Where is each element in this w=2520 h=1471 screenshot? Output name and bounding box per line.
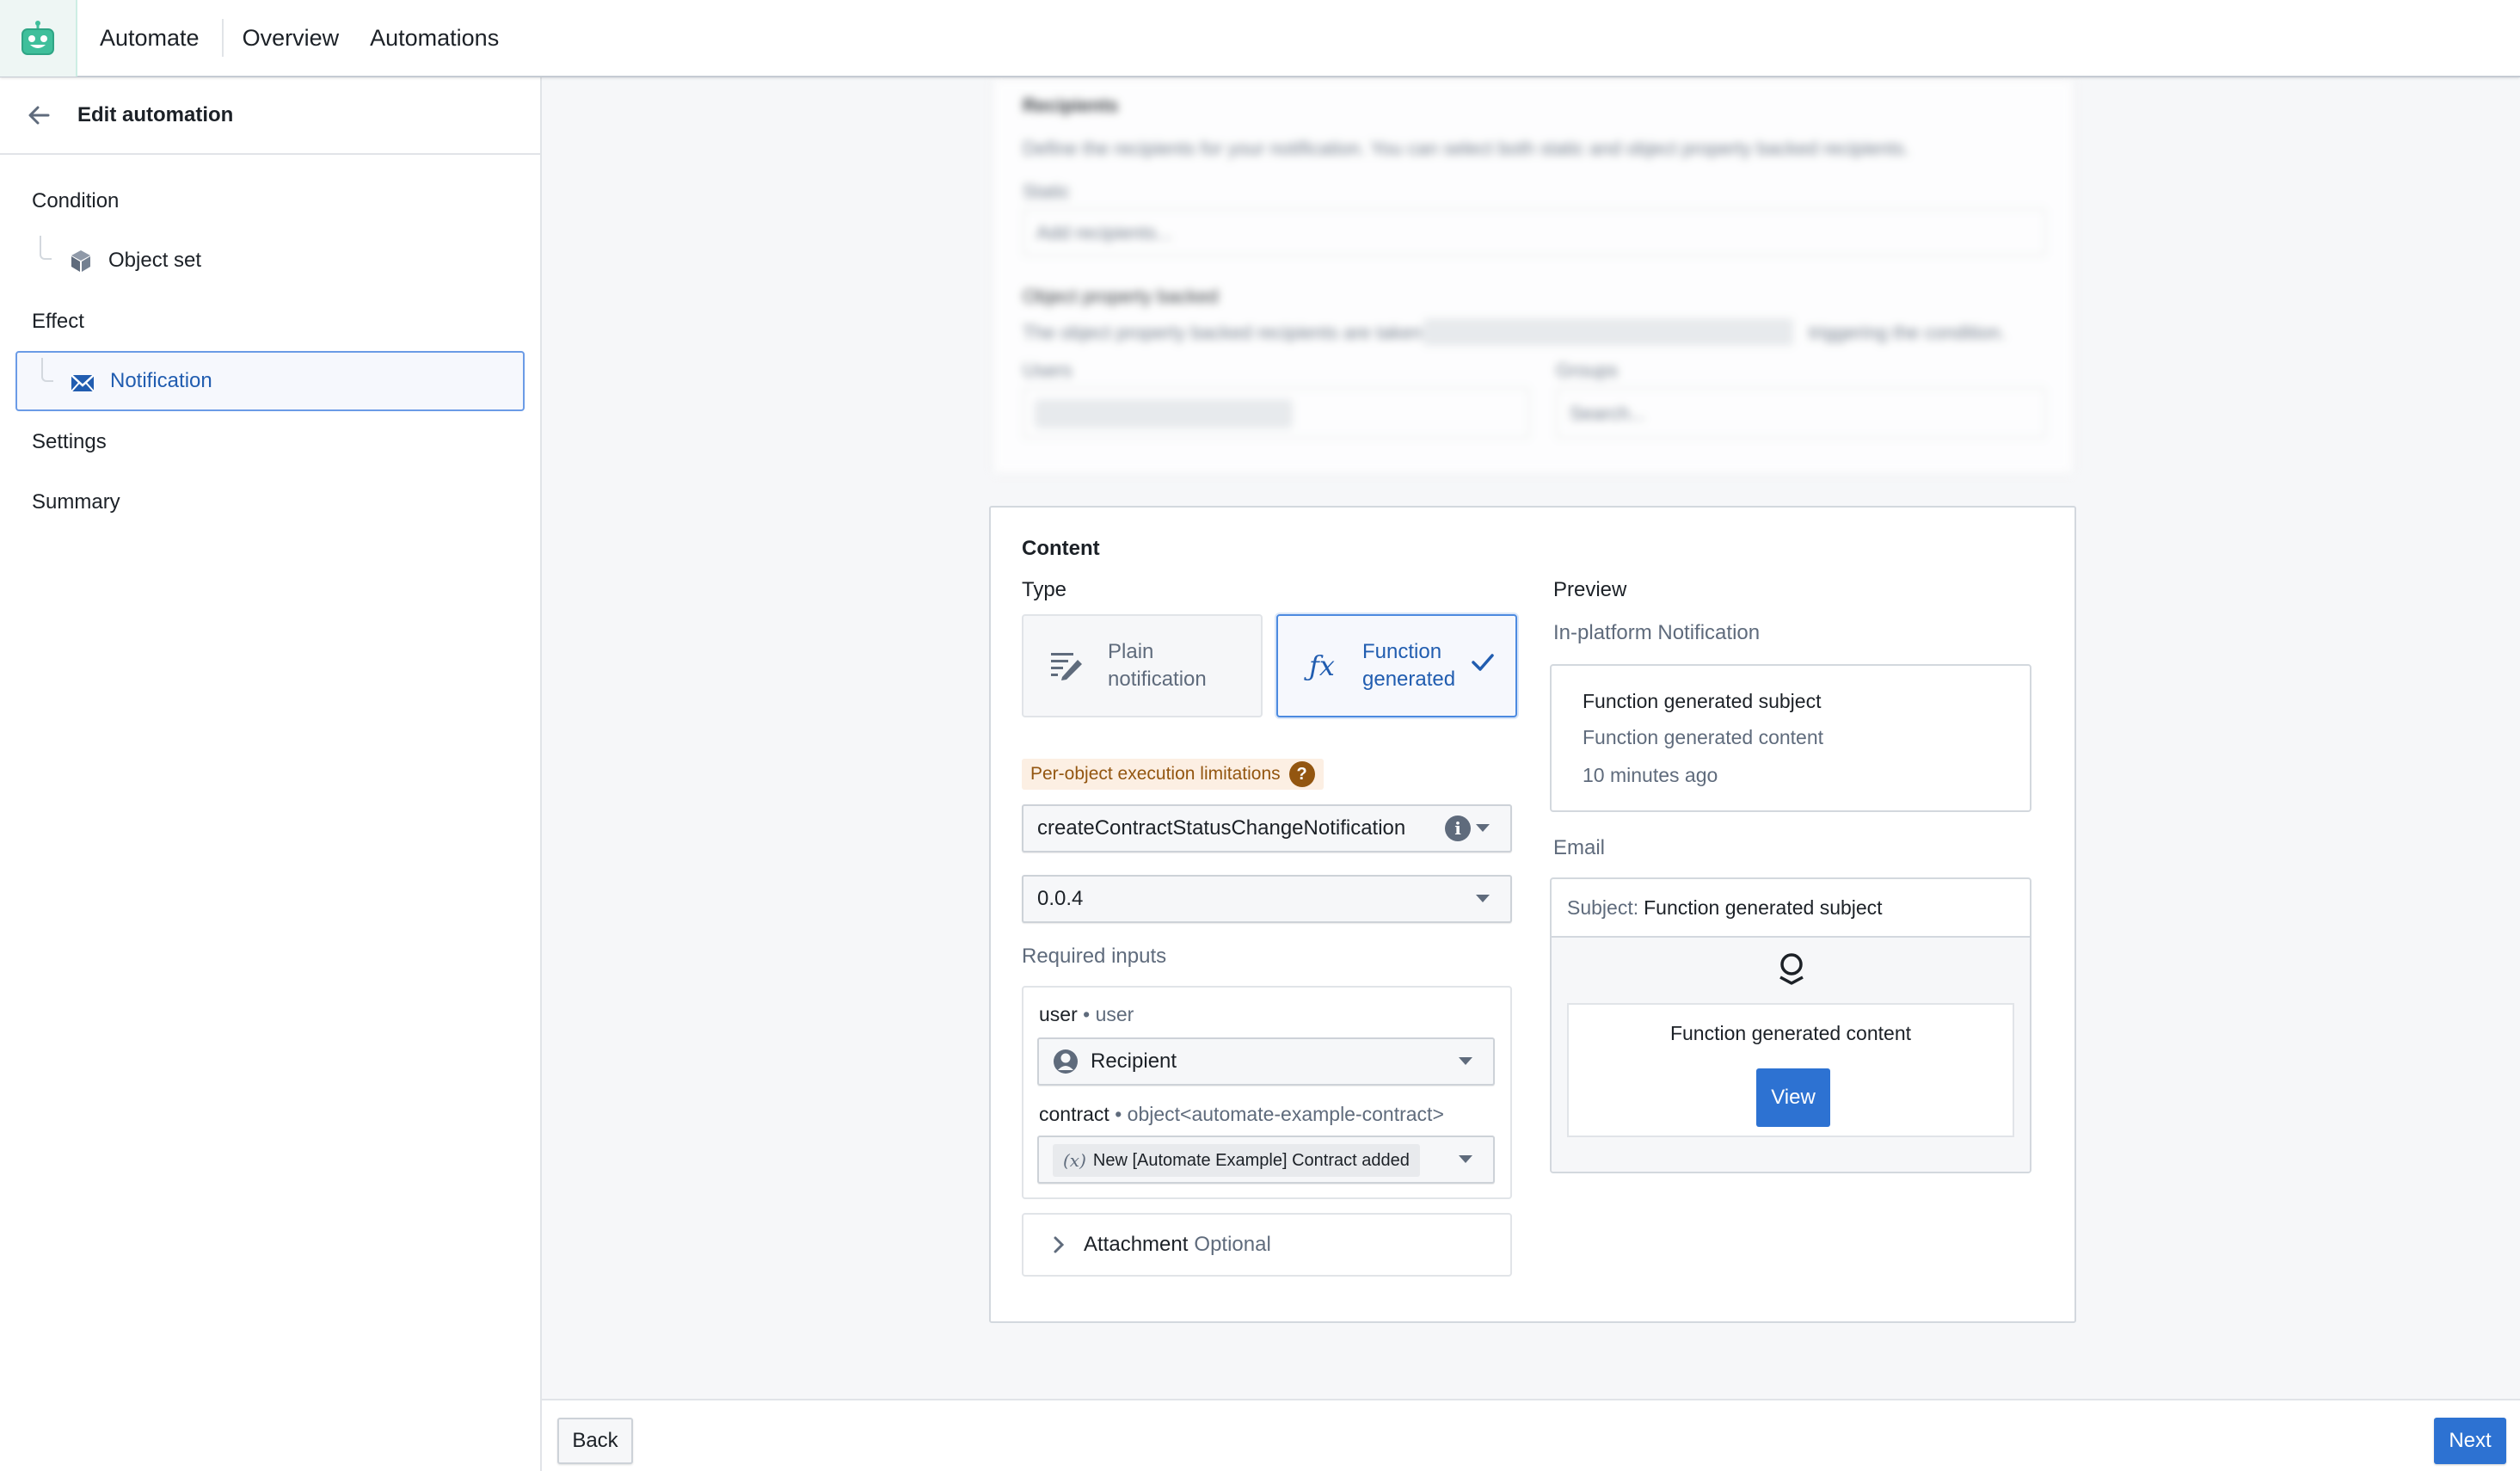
next-button[interactable]: Next [2434,1418,2506,1464]
sidebar-item-notification[interactable]: Notification [15,351,525,411]
caret-down-icon [1459,1057,1472,1065]
input-name: contract [1039,1103,1109,1125]
property-backed-label: Object property backed [1023,286,1219,307]
function-select[interactable]: createContractStatusChangeNotification i [1022,804,1512,852]
attachment-section[interactable]: Attachment Optional [1022,1213,1512,1277]
required-inputs-label: Required inputs [1022,945,1167,968]
contract-input-select[interactable]: (x) New [Automate Example] Contract adde… [1037,1136,1495,1184]
back-button[interactable]: Back [557,1418,633,1464]
header-divider [221,19,224,57]
caret-down-icon [1476,824,1490,832]
help-question-icon[interactable]: ? [1288,761,1315,787]
notification-content: Function generated content [1583,726,1824,748]
email-label: Email [1553,836,1606,859]
type-option-label: Plain notification [1108,640,1207,691]
email-content-card: Function generated content View [1567,1003,2014,1137]
email-content: Function generated content [1669,1022,1912,1044]
app-logo[interactable] [0,0,77,77]
email-subject: Function generated subject [1644,896,1883,919]
email-body: Function generated content View [1552,938,2030,1172]
back-arrow-icon[interactable] [26,102,52,128]
preview-title: Preview [1553,578,1627,601]
recipients-title: Recipients [1023,95,1119,116]
sidebar-item-label: Object set [108,249,202,272]
input-label-contract: contract • object<automate-example-contr… [1039,1103,1444,1125]
type-option-label: Function generated [1362,640,1456,691]
in-platform-preview: Function generated subject Function gene… [1550,664,2031,812]
sidebar-header: Edit automation [0,77,540,155]
property-source-chip [1423,318,1793,346]
email-subject-label: Subject: [1567,896,1639,919]
notification-time: 10 minutes ago [1583,764,1718,786]
footer-bar: Back Next [542,1399,2520,1471]
input-label-user: user • user [1039,1003,1134,1025]
version-select[interactable]: 0.0.4 [1022,875,1512,923]
tree-connector [40,236,52,260]
static-placeholder: Add recipients... [1036,222,1172,243]
type-option-plain-notification[interactable]: Plain notification [1022,614,1263,717]
recipients-card: Recipients Define the recipients for you… [993,79,2073,473]
users-select[interactable] [1023,387,1530,439]
chevron-right-icon [1054,1236,1065,1253]
sidebar-item-label: Notification [110,369,212,392]
variable-value: New [Automate Example] Contract added [1092,1150,1410,1170]
tree-connector [41,358,53,382]
version-value: 0.0.4 [1037,887,1084,910]
info-icon[interactable]: i [1445,816,1471,841]
sidebar-item-settings[interactable]: Settings [32,430,107,454]
email-subject-row: Subject: Function generated subject [1552,879,2030,938]
email-view-button[interactable]: View [1756,1068,1830,1127]
app-name[interactable]: Automate [100,25,200,52]
user-input-value: Recipient [1091,1049,1177,1073]
sidebar-item-condition[interactable]: Condition [32,189,119,213]
static-label: Static [1023,181,1071,202]
email-preview: Subject: Function generated subject Func… [1550,877,2031,1173]
groups-placeholder: Search... [1570,403,1646,424]
palantir-logo-icon [1779,953,1804,985]
type-option-function-generated[interactable]: ƒx Function generated [1276,614,1517,717]
property-backed-description-end: triggering the condition. [1809,322,2006,343]
edit-lines-icon [1046,651,1089,680]
function-fx-icon: ƒx [1309,649,1335,682]
variable-chip: (x) New [Automate Example] Contract adde… [1053,1144,1420,1177]
input-type: object<automate-example-contract> [1127,1103,1444,1125]
notification-subject: Function generated subject [1583,690,1822,712]
input-name: user [1039,1003,1078,1025]
sidebar-item-object-set[interactable]: Object set [15,231,525,291]
recipients-description: Define the recipients for your notificat… [1023,138,1909,159]
page-title: Edit automation [77,103,234,126]
variable-icon: (x) [1063,1150,1086,1171]
envelope-icon [71,374,95,392]
input-type: user [1095,1003,1134,1025]
content-title: Content [1022,537,1100,560]
property-backed-description: The object property backed recipients ar… [1023,322,1466,343]
caret-down-icon [1476,895,1490,902]
groups-label: Groups [1556,360,1619,381]
nav-automations[interactable]: Automations [370,25,499,52]
in-platform-label: In-platform Notification [1553,621,1761,644]
checkmark-icon [1472,654,1494,671]
static-recipients-input[interactable]: Add recipients... [1023,208,2046,256]
function-name: createContractStatusChangeNotification [1037,816,1406,840]
content-card: Content Type Plain notification ƒx Funct… [989,506,2076,1323]
required-inputs-box: user • user Recipient contract • object<… [1022,986,1512,1199]
user-avatar-icon [1054,1049,1078,1074]
groups-search-input[interactable]: Search... [1556,387,2046,439]
nav-overview[interactable]: Overview [243,25,340,52]
caret-down-icon [1459,1155,1472,1163]
users-chip [1035,399,1293,428]
robot-logo-icon [22,21,54,55]
attachment-optional-hint: Optional [1194,1233,1271,1256]
sidebar-item-effect[interactable]: Effect [32,310,84,334]
user-input-select[interactable]: Recipient [1037,1037,1495,1086]
warning-label: Per-object execution limitations [1030,764,1281,784]
execution-limitations-tag[interactable]: Per-object execution limitations ? [1022,759,1324,790]
type-label: Type [1022,578,1067,601]
attachment-label: Attachment [1084,1233,1189,1256]
users-label: Users [1023,360,1073,381]
sidebar: Edit automation Condition Object set Eff… [0,77,542,1471]
sidebar-item-summary[interactable]: Summary [32,490,120,514]
top-navigation-bar: Automate Overview Automations [0,0,2520,77]
cube-icon [71,250,90,272]
